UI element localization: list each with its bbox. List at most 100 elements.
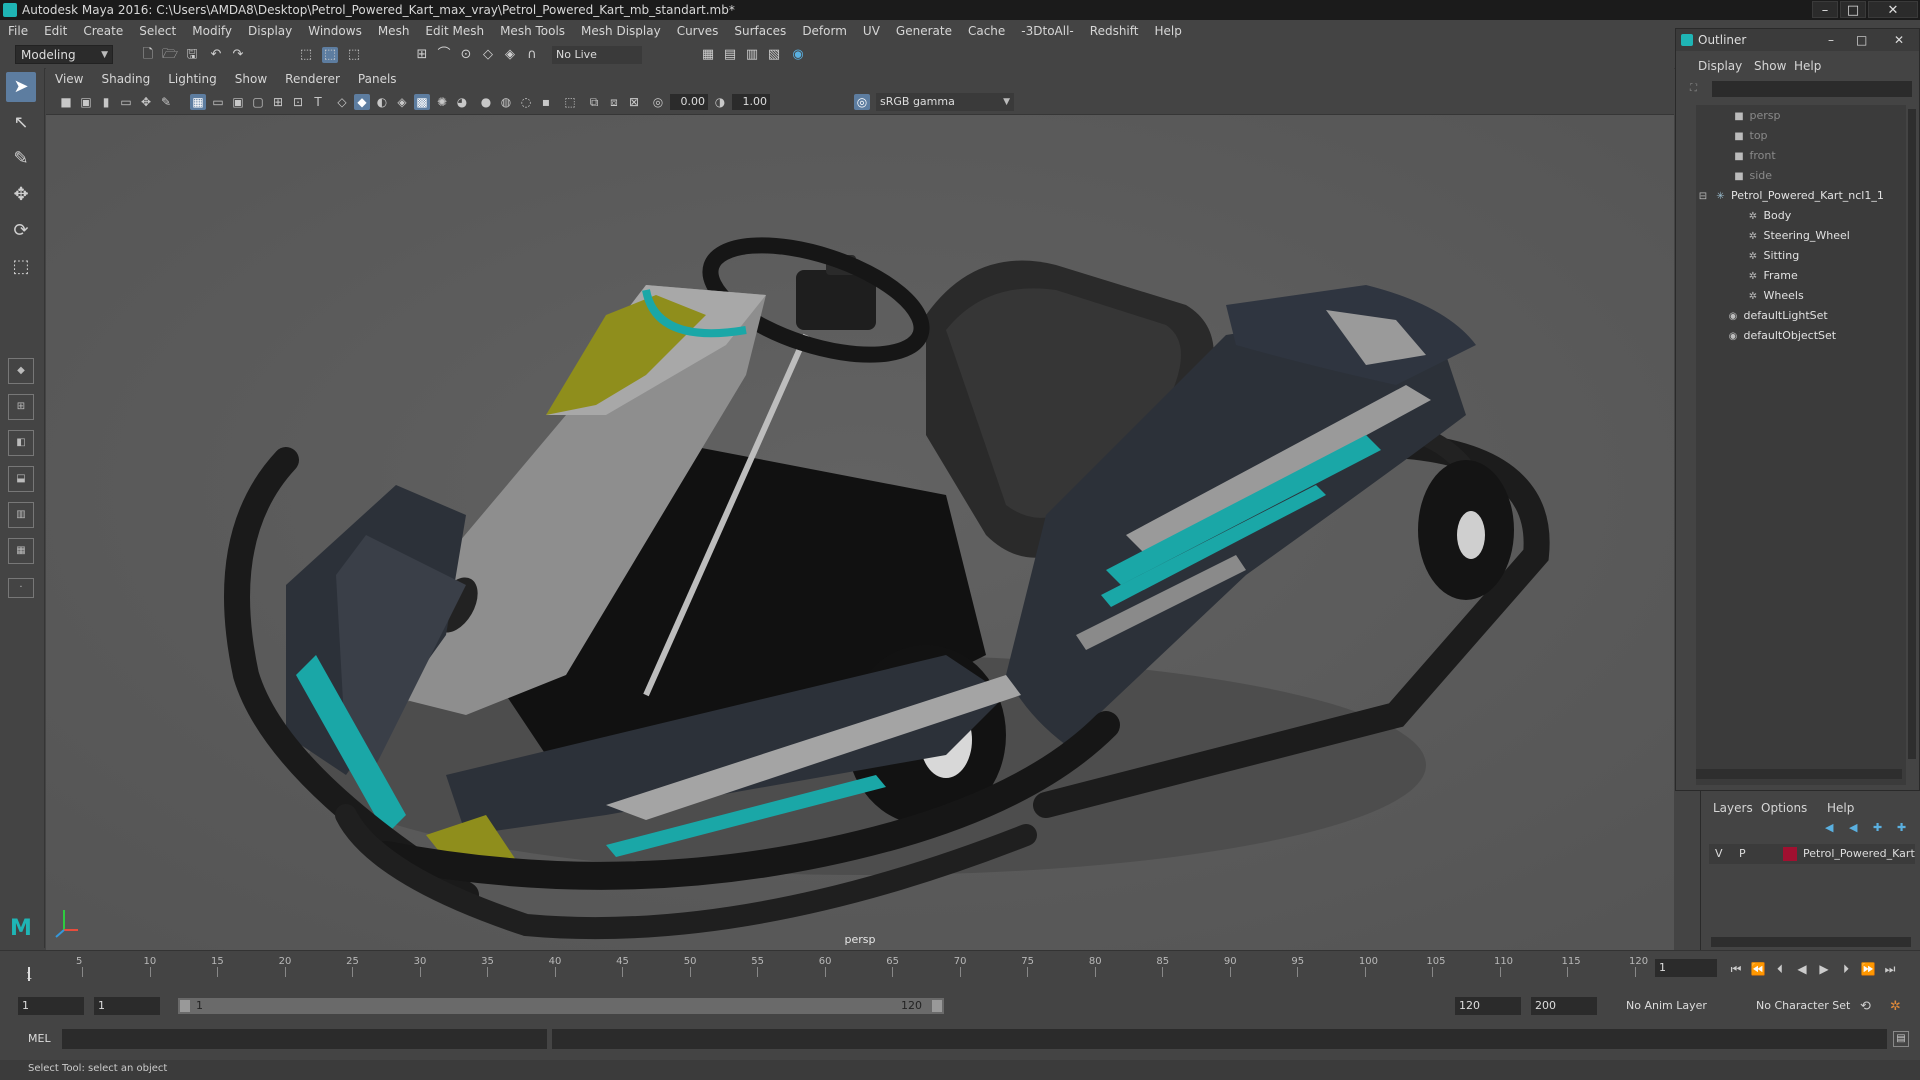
menu-redshift[interactable]: Redshift	[1082, 20, 1147, 42]
save-scene-icon[interactable]: 🖫	[184, 47, 200, 63]
filter-icon[interactable]: ⛶	[1690, 83, 1697, 94]
menu-edit[interactable]: Edit	[36, 20, 75, 42]
grid-icon[interactable]: ▦	[190, 94, 206, 110]
default-material-icon[interactable]: ◐	[374, 94, 390, 110]
play-forward-icon[interactable]: ▶	[1816, 961, 1832, 977]
script-editor-icon[interactable]: ▤	[1893, 1031, 1909, 1047]
outliner-item-persp[interactable]: ■ persp	[1732, 107, 1780, 125]
grease-pencil-icon[interactable]: ✎	[158, 94, 174, 110]
paint-select-icon[interactable]: ✎	[6, 144, 36, 174]
single-perspective-layout-icon[interactable]: ◆	[8, 358, 34, 384]
timeline-playhead[interactable]	[28, 967, 30, 981]
new-layer-icon[interactable]: ✚	[1873, 821, 1882, 834]
go-to-end-icon[interactable]: ⏭	[1882, 961, 1898, 977]
screen-space-ao-icon[interactable]: ●	[478, 94, 494, 110]
outliner-item-frame[interactable]: ✲ Frame	[1746, 267, 1798, 285]
field-chart-icon[interactable]: ⊞	[270, 94, 286, 110]
script-language-label[interactable]: MEL	[28, 1032, 51, 1045]
persp-graph-layout-icon[interactable]: ⬓	[8, 466, 34, 492]
more-layouts-icon[interactable]: ·	[8, 578, 34, 598]
close-button[interactable]: ✕	[1868, 1, 1918, 18]
layers-menu-options[interactable]: Options	[1761, 801, 1807, 815]
lasso-tool-icon[interactable]: ↖	[6, 108, 36, 138]
time-slider[interactable]: 5 10 15 20 25 30 35 40 45 50 55 60 65 70 75 80 85 90 95 100…	[0, 950, 1920, 985]
character-set-dropdown[interactable]: No Character Set	[1750, 997, 1850, 1015]
animation-prefs-icon[interactable]: ✲	[1890, 999, 1901, 1014]
outliner-item-steering-wheel[interactable]: ✲ Steering_Wheel	[1746, 227, 1850, 245]
ipr-render-icon[interactable]: ▥	[744, 47, 760, 63]
select-hierarchy-icon[interactable]: ⬚	[298, 47, 314, 63]
auto-key-icon[interactable]: ⟲	[1860, 999, 1871, 1014]
menu-mesh-display[interactable]: Mesh Display	[573, 20, 669, 42]
undo-icon[interactable]: ↶	[208, 47, 224, 63]
wireframe-icon[interactable]: ◇	[334, 94, 350, 110]
snap-plane-icon[interactable]: ◇	[480, 47, 496, 63]
menu-help[interactable]: Help	[1146, 20, 1189, 42]
live-surface-field[interactable]: No Live Surface	[552, 46, 642, 79]
menu-deform[interactable]: Deform	[794, 20, 855, 42]
outliner-maximize-icon[interactable]: □	[1856, 29, 1867, 51]
render-settings-icon[interactable]: ▧	[766, 47, 782, 63]
layer-visibility-toggle[interactable]: V	[1715, 844, 1723, 864]
outliner-vertical-scrollbar[interactable]	[1908, 109, 1916, 759]
anim-start-field[interactable]: 1	[94, 997, 160, 1015]
outliner-menu-help[interactable]: Help	[1794, 59, 1821, 73]
menu-generate[interactable]: Generate	[888, 20, 960, 42]
go-to-start-icon[interactable]: ⏮	[1728, 961, 1744, 977]
panel-menu-shading[interactable]: Shading	[92, 72, 159, 86]
gate-mask-icon[interactable]: ▢	[250, 94, 266, 110]
step-back-key-icon[interactable]: ⏴	[1772, 961, 1788, 977]
render-view-icon[interactable]: ▦	[700, 47, 716, 63]
layers-menu-help[interactable]: Help	[1827, 801, 1854, 815]
camera-attributes-icon[interactable]: ▣	[78, 94, 94, 110]
outliner-item-body[interactable]: ✲ Body	[1746, 207, 1791, 225]
perspective-viewport[interactable]: persp	[46, 115, 1674, 950]
shadows-icon[interactable]: ◕	[454, 94, 470, 110]
outliner-item-wheels[interactable]: ✲ Wheels	[1746, 287, 1804, 305]
view-transform-dropdown[interactable]: sRGB gamma ▼	[876, 93, 1014, 111]
image-plane-icon[interactable]: ▭	[118, 94, 134, 110]
motion-blur-icon[interactable]: ◍	[498, 94, 514, 110]
wireframe-on-shaded-icon[interactable]: ◈	[394, 94, 410, 110]
safe-title-icon[interactable]: T	[310, 94, 326, 110]
play-backward-icon[interactable]: ◀	[1794, 961, 1810, 977]
two-d-pan-icon[interactable]: ✥	[138, 94, 154, 110]
outliner-item-default-object-set[interactable]: ◉ defaultObjectSet	[1726, 327, 1836, 345]
move-layer-up-icon[interactable]: ◀	[1825, 821, 1833, 834]
textured-icon[interactable]: ▩	[414, 94, 430, 110]
anim-layer-dropdown[interactable]: No Anim Layer	[1620, 997, 1707, 1015]
use-all-lights-icon[interactable]: ✺	[434, 94, 450, 110]
multisample-aa-icon[interactable]: ◌	[518, 94, 534, 110]
anim-end-field[interactable]: 200	[1531, 997, 1597, 1015]
film-gate-icon[interactable]: ▭	[210, 94, 226, 110]
four-view-layout-icon[interactable]: ⊞	[8, 394, 34, 420]
menu-cache[interactable]: Cache	[960, 20, 1013, 42]
scale-tool-icon[interactable]: ⬚	[6, 252, 36, 282]
menu-uv[interactable]: UV	[855, 20, 888, 42]
camera-select-icon[interactable]: ■	[58, 94, 74, 110]
menu-edit-mesh[interactable]: Edit Mesh	[417, 20, 492, 42]
layers-menu-layers[interactable]: Layers	[1713, 801, 1753, 815]
select-component-icon[interactable]: ⬚	[346, 47, 362, 63]
hypershade-icon[interactable]: ◉	[790, 47, 806, 63]
menu-mesh-tools[interactable]: Mesh Tools	[492, 20, 573, 42]
outliner-item-kart-group[interactable]: ⊟ ✳ Petrol_Powered_Kart_ncl1_1	[1696, 187, 1884, 205]
menu-set-dropdown[interactable]: Modeling ▼	[15, 45, 113, 64]
snap-magnet-icon[interactable]: ∩	[524, 47, 540, 63]
new-layer-selected-icon[interactable]: ✚	[1897, 821, 1906, 834]
outliner-minimize-icon[interactable]: –	[1828, 29, 1834, 51]
step-back-frame-icon[interactable]: ⏪	[1750, 961, 1766, 977]
open-scene-icon[interactable]: 🗁	[162, 47, 178, 63]
xray-components-icon[interactable]: ⊠	[626, 94, 642, 110]
xray-joints-icon[interactable]: ⧈	[606, 94, 622, 110]
range-start-handle[interactable]	[180, 1000, 190, 1012]
menu-display[interactable]: Display	[240, 20, 300, 42]
smooth-shade-icon[interactable]: ◆	[354, 94, 370, 110]
outliner-search-input[interactable]	[1712, 81, 1912, 97]
select-tool-icon[interactable]: ➤	[6, 72, 36, 102]
minimize-button[interactable]: –	[1812, 1, 1838, 18]
panel-menu-renderer[interactable]: Renderer	[276, 72, 349, 86]
current-frame-field[interactable]: 1	[1655, 959, 1717, 977]
playback-range-bar[interactable]: 1 120	[178, 998, 944, 1014]
panel-menu-panels[interactable]: Panels	[349, 72, 406, 86]
